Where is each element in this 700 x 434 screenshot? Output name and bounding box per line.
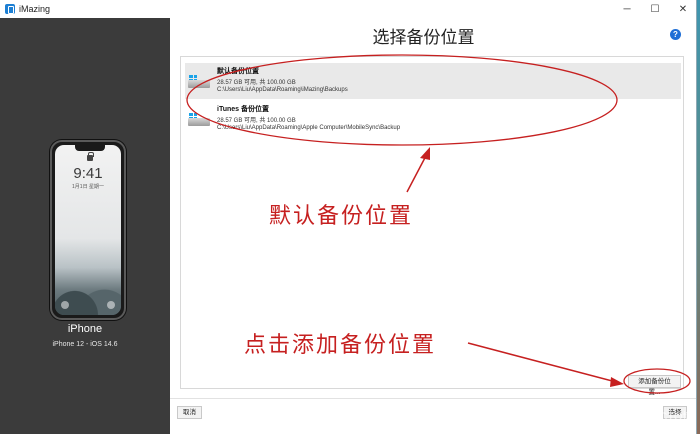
location-name: 默认备份位置: [217, 68, 259, 75]
footer-divider: [170, 398, 696, 399]
minimize-button[interactable]: ─: [613, 0, 641, 18]
camera-icon: [107, 301, 115, 309]
imazing-app-icon: [5, 4, 15, 14]
title-bar: iMazing ─ ☐ ✕: [0, 0, 696, 18]
cancel-button[interactable]: 取消: [177, 406, 202, 419]
drive-icon: [188, 113, 210, 127]
maximize-button[interactable]: ☐: [641, 0, 669, 18]
location-space: 28.57 GB 可用, 共 100.00 GB: [217, 118, 296, 124]
device-name: iPhone: [67, 323, 103, 335]
add-location-button[interactable]: 添加备份位置...: [628, 375, 681, 396]
lock-screen-date: 1月1日 星期一: [72, 184, 104, 190]
location-name: iTunes 备份位置: [217, 106, 269, 113]
phone-notch: [75, 145, 105, 151]
main-panel: 选择备份位置 ? 默认备份位置 28.57 GB 可用, 共 100.00 GB…: [170, 18, 696, 434]
backup-location-itunes[interactable]: iTunes 备份位置 28.57 GB 可用, 共 100.00 GB C:\…: [185, 101, 681, 137]
location-path: C:\Users\Liu\AppData\Roaming\iMazing\Bac…: [217, 87, 348, 93]
drive-icon: [188, 75, 210, 89]
page-title: 选择备份位置: [372, 28, 475, 47]
device-model: iPhone 12 - iOS 14.6: [52, 341, 118, 348]
location-space: 28.57 GB 可用, 共 100.00 GB: [217, 80, 296, 86]
close-button[interactable]: ✕: [669, 0, 696, 18]
phone-screen: 9:41 1月1日 星期一: [55, 145, 121, 315]
window-title: iMazing: [19, 4, 51, 14]
device-sidebar: 9:41 1月1日 星期一 iPhone iPhone 12 - iOS 14.…: [0, 18, 170, 434]
window-controls: ─ ☐ ✕: [613, 0, 696, 18]
watermark: @51CTO博客: [636, 411, 694, 434]
iphone-image: 9:41 1月1日 星期一: [50, 140, 126, 320]
lock-screen-time: 9:41: [73, 165, 103, 182]
annotation-add-location: 点击添加备份位置: [244, 333, 437, 358]
backup-location-default[interactable]: 默认备份位置 28.57 GB 可用, 共 100.00 GB C:\Users…: [185, 63, 681, 99]
flashlight-icon: [61, 301, 69, 309]
location-path: C:\Users\Liu\AppData\Roaming\Apple Compu…: [217, 125, 401, 131]
lock-icon: [87, 152, 94, 161]
help-icon[interactable]: ?: [670, 29, 681, 40]
annotation-default-location: 默认备份位置: [269, 204, 414, 229]
